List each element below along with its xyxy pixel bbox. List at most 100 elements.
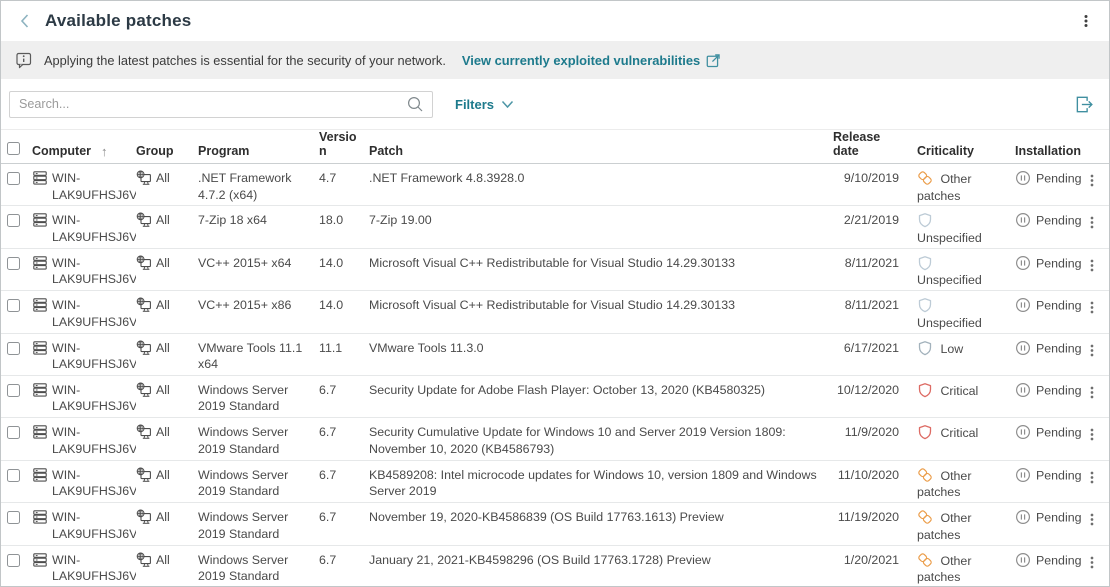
server-icon [32, 297, 48, 318]
row-checkbox[interactable] [7, 257, 20, 270]
computer-name: WIN-LAK9UFHSJ6V [52, 212, 134, 245]
filters-button[interactable]: Filters [455, 97, 514, 112]
row-checkbox[interactable] [7, 214, 20, 227]
column-header-patch[interactable]: Patch [369, 144, 833, 158]
row-menu-button[interactable] [1085, 376, 1109, 417]
kebab-menu-icon [1085, 427, 1099, 443]
criticality-label: Low [940, 342, 963, 356]
installation-status: Pending [1036, 426, 1081, 440]
shield-icon [917, 212, 933, 228]
version-cell: 6.7 [319, 376, 369, 417]
row-menu-button[interactable] [1085, 418, 1109, 459]
table-row: WIN-LAK9UFHSJ6V All .NET Framework 4.7.2… [1, 164, 1109, 206]
group-icon [136, 340, 152, 361]
column-header-program[interactable]: Program [198, 144, 319, 158]
release-date-cell: 8/11/2021 [833, 249, 907, 290]
kebab-menu-icon [1085, 512, 1099, 528]
column-label: Group [136, 144, 174, 158]
server-icon [32, 509, 48, 530]
criticality-cell: Unspecified [907, 291, 1005, 332]
table-row: WIN-LAK9UFHSJ6V All Windows Server 2019 … [1, 503, 1109, 545]
page-menu-button[interactable] [1077, 12, 1095, 30]
banner-link-label: View currently exploited vulnerabilities [462, 53, 700, 68]
group-name: All [156, 552, 170, 569]
row-menu-button[interactable] [1085, 291, 1109, 332]
table-row: WIN-LAK9UFHSJ6V All Windows Server 2019 … [1, 418, 1109, 460]
pause-circle-icon [1015, 170, 1031, 186]
row-menu-button[interactable] [1085, 164, 1109, 205]
group-icon [136, 509, 152, 530]
table-row: WIN-LAK9UFHSJ6V All Windows Server 2019 … [1, 376, 1109, 418]
sort-ascending-icon: ↑ [101, 145, 108, 158]
banner-message: Applying the latest patches is essential… [44, 53, 446, 68]
column-label: Patch [369, 144, 403, 158]
row-checkbox[interactable] [7, 426, 20, 439]
server-icon [32, 382, 48, 403]
row-menu-button[interactable] [1085, 249, 1109, 290]
column-label: Program [198, 144, 249, 158]
group-icon [136, 170, 152, 191]
crossed-bands-icon [917, 467, 933, 483]
row-menu-button[interactable] [1085, 206, 1109, 247]
server-icon [32, 340, 48, 361]
row-checkbox[interactable] [7, 384, 20, 397]
patch-cell: .NET Framework 4.8.3928.0 [369, 164, 833, 205]
column-header-installation[interactable]: Installation [1005, 144, 1085, 158]
computer-cell: WIN-LAK9UFHSJ6V [29, 249, 136, 290]
chevron-down-icon [501, 99, 514, 110]
row-menu-button[interactable] [1085, 461, 1109, 502]
computer-name: WIN-LAK9UFHSJ6V [52, 382, 134, 415]
group-icon [136, 212, 152, 233]
select-all-checkbox[interactable] [7, 142, 20, 155]
search-box [9, 91, 433, 118]
back-button[interactable] [15, 11, 35, 31]
row-checkbox[interactable] [7, 511, 20, 524]
row-checkbox[interactable] [7, 172, 20, 185]
crossed-bands-icon [917, 509, 933, 525]
page-title: Available patches [45, 11, 191, 31]
program-cell: .NET Framework 4.7.2 (x64) [198, 164, 319, 205]
export-button[interactable] [1074, 94, 1095, 115]
release-date-cell: 2/21/2019 [833, 206, 907, 247]
version-cell: 6.7 [319, 503, 369, 544]
shield-icon [917, 340, 933, 356]
computer-name: WIN-LAK9UFHSJ6V [52, 424, 134, 457]
column-header-version[interactable]: Version [319, 130, 369, 158]
group-name: All [156, 340, 170, 357]
row-menu-button[interactable] [1085, 546, 1109, 587]
column-header-group[interactable]: Group [136, 144, 198, 158]
program-cell: VMware Tools 11.1 x64 [198, 334, 319, 375]
crossed-bands-icon [917, 552, 933, 568]
row-checkbox[interactable] [7, 299, 20, 312]
column-header-criticality[interactable]: Criticality [907, 144, 1005, 158]
search-icon[interactable] [406, 95, 425, 119]
info-banner: Applying the latest patches is essential… [1, 41, 1109, 79]
column-header-release-date[interactable]: Release date [833, 130, 907, 158]
group-cell: All [136, 376, 198, 417]
release-date-cell: 10/12/2020 [833, 376, 907, 417]
criticality-label: Unspecified [917, 316, 982, 330]
row-menu-button[interactable] [1085, 334, 1109, 375]
kebab-menu-icon [1085, 300, 1099, 316]
kebab-menu-icon [1085, 555, 1099, 571]
patch-table-body: WIN-LAK9UFHSJ6V All .NET Framework 4.7.2… [1, 164, 1109, 587]
release-date-cell: 9/10/2019 [833, 164, 907, 205]
computer-cell: WIN-LAK9UFHSJ6V [29, 334, 136, 375]
row-menu-button[interactable] [1085, 503, 1109, 544]
column-label: Version [319, 130, 359, 158]
pause-circle-icon [1015, 424, 1031, 440]
group-icon [136, 467, 152, 488]
row-checkbox[interactable] [7, 469, 20, 482]
installation-cell: Pending [1005, 164, 1085, 205]
column-header-computer[interactable]: Computer ↑ [29, 144, 136, 158]
view-exploited-vulnerabilities-link[interactable]: View currently exploited vulnerabilities [462, 53, 721, 68]
kebab-menu-icon [1085, 258, 1099, 274]
criticality-label: Unspecified [917, 273, 982, 287]
pause-circle-icon [1015, 552, 1031, 568]
table-row: WIN-LAK9UFHSJ6V All Windows Server 2019 … [1, 546, 1109, 587]
patch-cell: Microsoft Visual C++ Redistributable for… [369, 291, 833, 332]
search-input[interactable] [9, 91, 433, 118]
row-checkbox[interactable] [7, 342, 20, 355]
row-checkbox[interactable] [7, 554, 20, 567]
computer-name: WIN-LAK9UFHSJ6V [52, 297, 134, 330]
